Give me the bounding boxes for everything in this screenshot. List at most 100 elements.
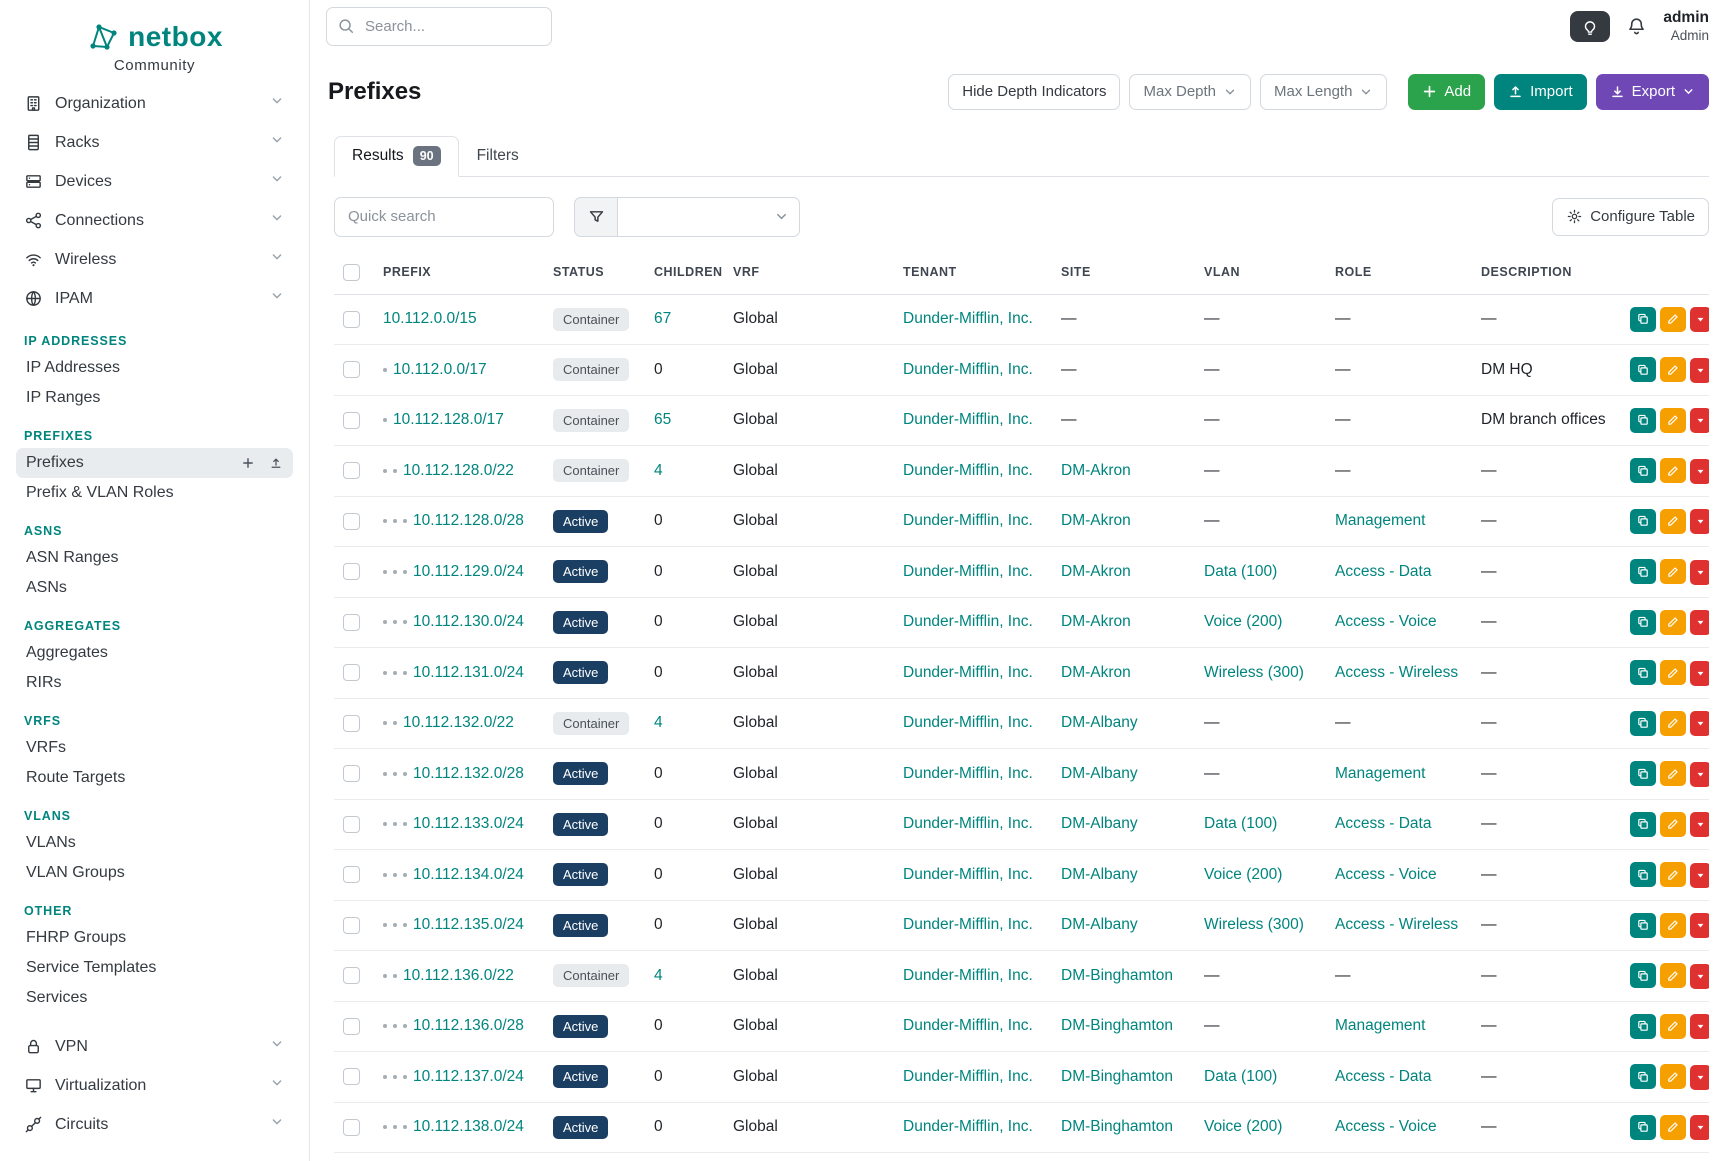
site-link[interactable]: DM-Akron [1061, 462, 1131, 479]
copy-button[interactable] [1630, 913, 1656, 938]
max-length-dropdown[interactable]: Max Length [1260, 74, 1387, 110]
edit-button[interactable] [1660, 963, 1686, 988]
tenant-link[interactable]: Dunder-Mifflin, Inc. [903, 1068, 1033, 1085]
user-menu[interactable]: admin Admin [1663, 9, 1709, 44]
vlan-link[interactable]: Data (100) [1204, 1068, 1277, 1085]
brand-name[interactable]: netbox [128, 21, 223, 53]
prefix-link[interactable]: 10.112.133.0/24 [413, 815, 524, 832]
theme-toggle-button[interactable] [1570, 11, 1610, 42]
row-checkbox[interactable] [343, 664, 360, 681]
export-dropdown[interactable]: Export [1596, 74, 1709, 110]
sidebar-item-racks[interactable]: Racks [16, 123, 293, 162]
import-button[interactable]: Import [1494, 74, 1587, 110]
edit-button[interactable] [1660, 711, 1686, 736]
edit-button[interactable] [1660, 1064, 1686, 1089]
delete-dropdown-button[interactable] [1690, 307, 1709, 332]
column-header-tenant[interactable]: TENANT [894, 251, 1052, 295]
edit-button[interactable] [1660, 559, 1686, 584]
edit-button[interactable] [1660, 307, 1686, 332]
copy-button[interactable] [1630, 1014, 1656, 1039]
vlan-link[interactable]: Voice (200) [1204, 1118, 1282, 1135]
row-checkbox[interactable] [343, 513, 360, 530]
site-link[interactable]: DM-Akron [1061, 512, 1131, 529]
children-link[interactable]: 65 [654, 411, 671, 428]
sidebar-item-wireless[interactable]: Wireless [16, 240, 293, 279]
sidebar-item-aggregates[interactable]: Aggregates [16, 638, 293, 668]
children-link[interactable]: 4 [654, 967, 663, 984]
site-link[interactable]: DM-Albany [1061, 714, 1138, 731]
edit-button[interactable] [1660, 509, 1686, 534]
row-checkbox[interactable] [343, 765, 360, 782]
delete-dropdown-button[interactable] [1690, 1065, 1709, 1090]
copy-button[interactable] [1630, 307, 1656, 332]
delete-dropdown-button[interactable] [1690, 610, 1709, 635]
site-link[interactable]: DM-Albany [1061, 765, 1138, 782]
site-link[interactable]: DM-Albany [1061, 815, 1138, 832]
prefix-link[interactable]: 10.112.138.0/24 [413, 1118, 524, 1135]
vlan-link[interactable]: Data (100) [1204, 815, 1277, 832]
edit-button[interactable] [1660, 458, 1686, 483]
role-link[interactable]: Access - Voice [1335, 866, 1437, 883]
copy-button[interactable] [1630, 660, 1656, 685]
edit-button[interactable] [1660, 610, 1686, 635]
copy-button[interactable] [1630, 711, 1656, 736]
site-link[interactable]: DM-Akron [1061, 563, 1131, 580]
sidebar-item-devices[interactable]: Devices [16, 162, 293, 201]
delete-dropdown-button[interactable] [1690, 1014, 1709, 1039]
column-header-vrf[interactable]: VRF [724, 251, 894, 295]
vlan-link[interactable]: Wireless (300) [1204, 664, 1304, 681]
role-link[interactable]: Access - Data [1335, 1068, 1431, 1085]
row-checkbox[interactable] [343, 462, 360, 479]
prefix-link[interactable]: 10.112.136.0/22 [403, 967, 514, 984]
tenant-link[interactable]: Dunder-Mifflin, Inc. [903, 1118, 1033, 1135]
delete-dropdown-button[interactable] [1690, 762, 1709, 787]
vlan-link[interactable]: Voice (200) [1204, 613, 1282, 630]
tenant-link[interactable]: Dunder-Mifflin, Inc. [903, 1017, 1033, 1034]
copy-button[interactable] [1630, 1115, 1656, 1140]
delete-dropdown-button[interactable] [1690, 863, 1709, 888]
role-link[interactable]: Management [1335, 1017, 1425, 1034]
tenant-link[interactable]: Dunder-Mifflin, Inc. [903, 866, 1033, 883]
copy-button[interactable] [1630, 1064, 1656, 1089]
edit-button[interactable] [1660, 1014, 1686, 1039]
row-checkbox[interactable] [343, 412, 360, 429]
prefix-link[interactable]: 10.112.128.0/28 [413, 512, 524, 529]
tab-results[interactable]: Results 90 [334, 136, 459, 177]
row-checkbox[interactable] [343, 917, 360, 934]
quick-search-input[interactable] [334, 197, 554, 237]
sidebar-item-asn-ranges[interactable]: ASN Ranges [16, 543, 293, 573]
sidebar-item-circuits[interactable]: Circuits [16, 1105, 293, 1144]
sidebar-item-connections[interactable]: Connections [16, 201, 293, 240]
tenant-link[interactable]: Dunder-Mifflin, Inc. [903, 563, 1033, 580]
delete-dropdown-button[interactable] [1690, 964, 1709, 989]
column-header-children[interactable]: CHILDREN [645, 251, 724, 295]
role-link[interactable]: Access - Data [1335, 563, 1431, 580]
role-link[interactable]: Access - Voice [1335, 1118, 1437, 1135]
row-checkbox[interactable] [343, 614, 360, 631]
prefix-link[interactable]: 10.112.131.0/24 [413, 664, 524, 681]
sidebar-item-ip-addresses[interactable]: IP Addresses [16, 353, 293, 383]
sidebar-item-virtualization[interactable]: Virtualization [16, 1066, 293, 1105]
delete-dropdown-button[interactable] [1690, 661, 1709, 686]
row-checkbox[interactable] [343, 311, 360, 328]
copy-button[interactable] [1630, 963, 1656, 988]
edit-button[interactable] [1660, 660, 1686, 685]
row-checkbox[interactable] [343, 1018, 360, 1035]
hide-depth-indicators-button[interactable]: Hide Depth Indicators [948, 74, 1120, 110]
tenant-link[interactable]: Dunder-Mifflin, Inc. [903, 765, 1033, 782]
filter-button[interactable] [574, 197, 618, 237]
prefix-link[interactable]: 10.112.135.0/24 [413, 916, 524, 933]
row-checkbox[interactable] [343, 866, 360, 883]
tenant-link[interactable]: Dunder-Mifflin, Inc. [903, 815, 1033, 832]
column-header-prefix[interactable]: PREFIX [374, 251, 544, 295]
prefix-link[interactable]: 10.112.132.0/22 [403, 714, 514, 731]
children-link[interactable]: 4 [654, 462, 663, 479]
add-button[interactable]: Add [1408, 74, 1485, 110]
row-checkbox[interactable] [343, 1119, 360, 1136]
column-header-description[interactable]: DESCRIPTION [1472, 251, 1617, 295]
quick-add-button[interactable] [241, 456, 255, 470]
row-checkbox[interactable] [343, 1068, 360, 1085]
edit-button[interactable] [1660, 862, 1686, 887]
prefix-link[interactable]: 10.112.132.0/28 [413, 765, 524, 782]
role-link[interactable]: Access - Voice [1335, 613, 1437, 630]
